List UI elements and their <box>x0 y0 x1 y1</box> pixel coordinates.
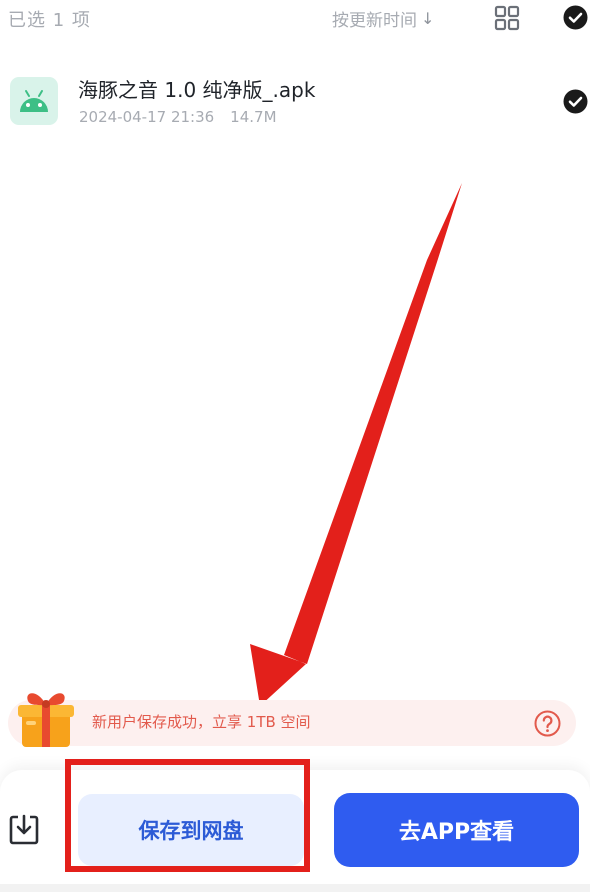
sort-arrow-icon: ↓ <box>421 9 435 28</box>
selected-count-label: 已选 1 项 <box>8 10 91 31</box>
bottom-edge <box>0 884 590 892</box>
file-date: 2024-04-17 21:36 <box>79 108 215 126</box>
file-select-checkbox[interactable] <box>563 89 588 114</box>
help-button[interactable] <box>534 710 561 737</box>
file-meta: 2024-04-17 21:36 14.7M <box>79 108 277 126</box>
list-header: 已选 1 项 按更新时间 ↓ <box>0 0 590 36</box>
android-icon <box>20 90 48 112</box>
check-circle-icon <box>563 89 588 114</box>
download-icon <box>9 814 39 845</box>
open-in-app-button[interactable]: 去APP查看 <box>334 793 579 867</box>
help-circle-icon <box>534 710 561 737</box>
save-to-cloud-button[interactable]: 保存到网盘 <box>78 794 304 866</box>
promo-text: 新用户保存成功，立享 1TB 空间 <box>92 713 311 731</box>
download-button[interactable] <box>8 812 40 846</box>
select-all-checkbox[interactable] <box>563 5 588 30</box>
apk-file-thumbnail <box>10 77 58 125</box>
sort-label: 按更新时间 <box>332 11 417 31</box>
grid-icon <box>494 5 520 31</box>
gift-icon <box>14 683 78 749</box>
grid-view-button[interactable] <box>494 5 520 31</box>
file-list-item[interactable]: 海豚之音 1.0 纯净版_.apk 2024-04-17 21:36 14.7M <box>0 66 590 140</box>
check-circle-icon <box>563 5 588 30</box>
share-page: 已选 1 项 按更新时间 ↓ 海豚之音 1.0 纯净版_.apk 2024-04… <box>0 0 590 892</box>
file-size: 14.7M <box>230 108 277 126</box>
file-name: 海豚之音 1.0 纯净版_.apk <box>78 78 316 102</box>
sort-button[interactable]: 按更新时间 ↓ <box>332 6 434 31</box>
